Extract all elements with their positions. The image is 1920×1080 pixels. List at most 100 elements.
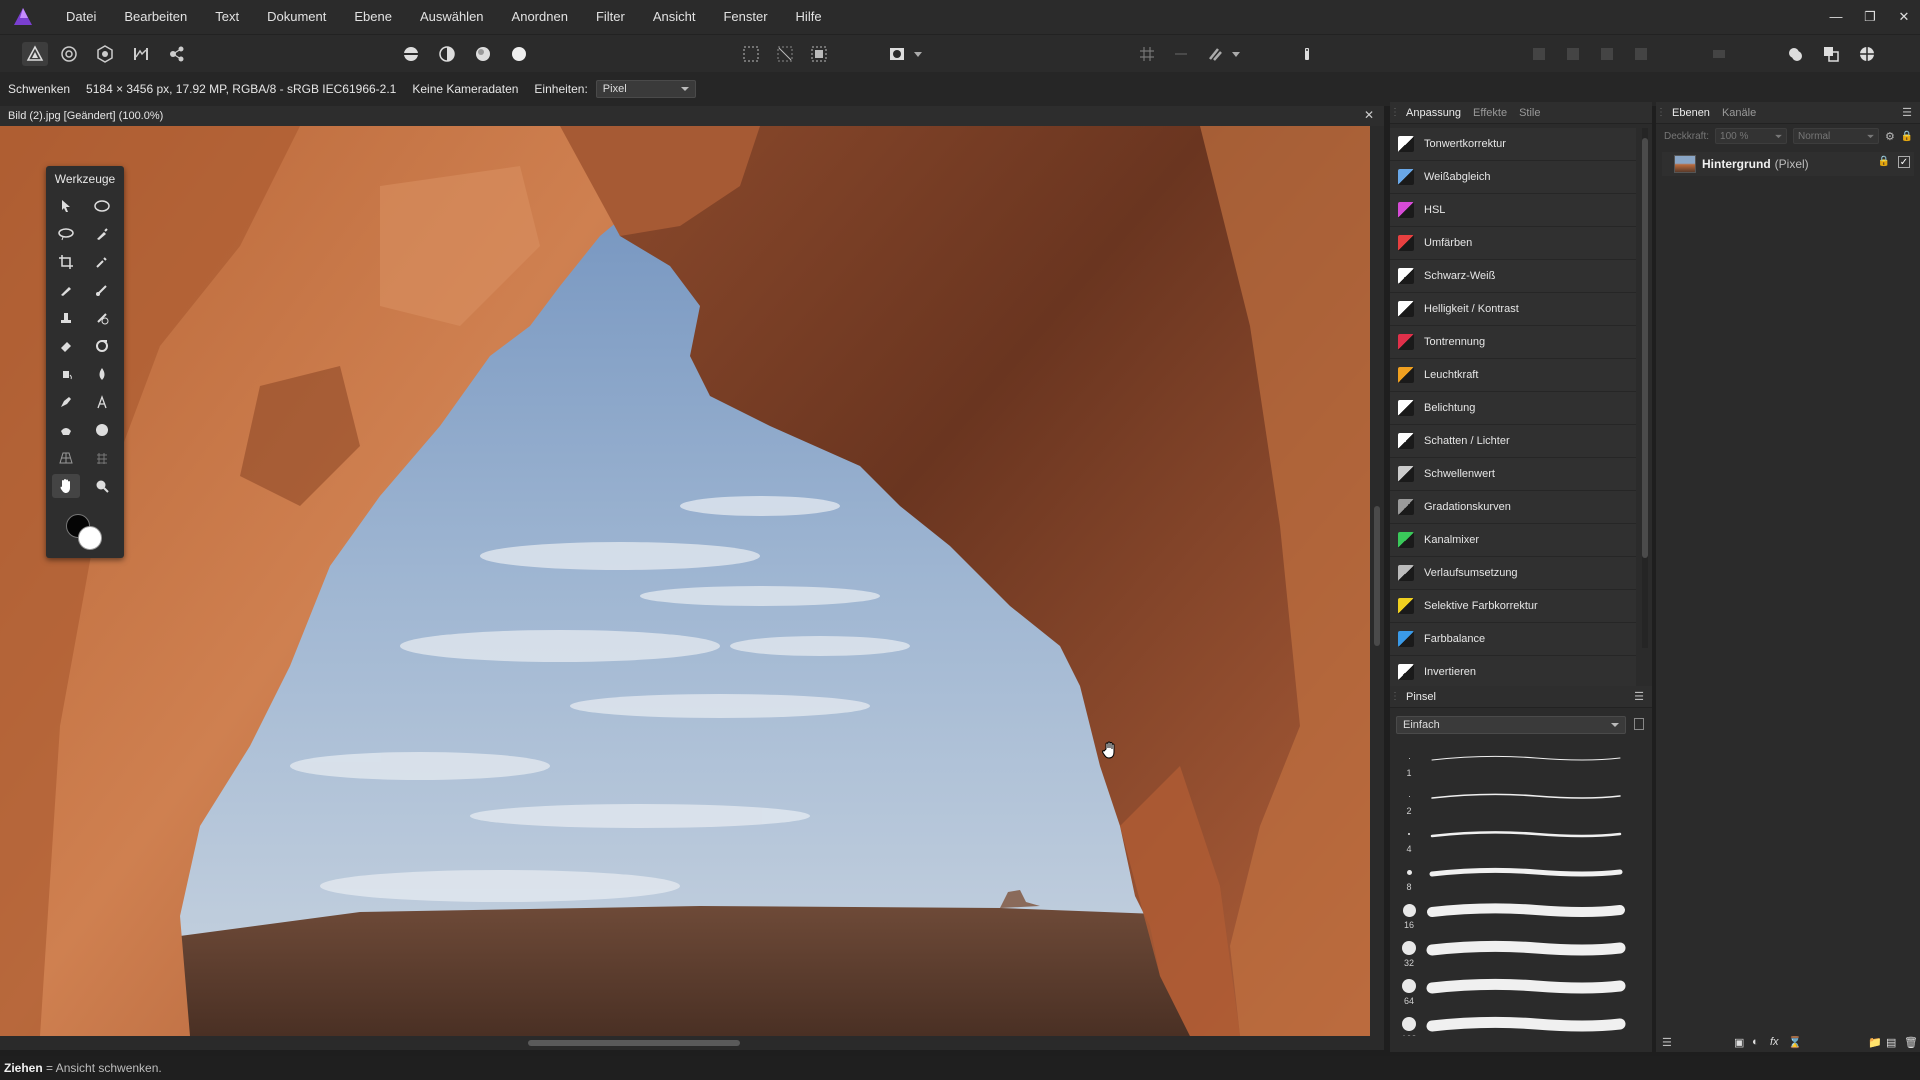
export-persona-icon[interactable]: [164, 42, 190, 66]
menu-datei[interactable]: Datei: [52, 0, 110, 34]
add-layer-icon[interactable]: ▤: [1886, 1036, 1896, 1049]
delete-layer-icon[interactable]: 🗑: [1904, 1036, 1918, 1049]
menu-ansicht[interactable]: Ansicht: [639, 0, 710, 34]
menu-bearbeiten[interactable]: Bearbeiten: [110, 0, 201, 34]
opacity-field[interactable]: 100 %: [1715, 128, 1788, 144]
snapping-dropdown-icon[interactable]: [1230, 42, 1242, 66]
tab-anpassung[interactable]: Anpassung: [1400, 107, 1467, 119]
arrange-back-icon[interactable]: [1526, 42, 1552, 66]
auto-colors-icon[interactable]: [470, 42, 496, 66]
flood-fill-tool-icon[interactable]: [52, 362, 80, 386]
tab-ebenen[interactable]: Ebenen: [1666, 107, 1716, 119]
adjustments-scrollbar[interactable]: [1642, 128, 1648, 648]
freehand-selection-tool-icon[interactable]: [52, 222, 80, 246]
layers-stack-icon[interactable]: ☰: [1662, 1036, 1672, 1049]
horizontal-scrollbar[interactable]: [0, 1036, 1384, 1050]
invert-selection-icon[interactable]: [806, 42, 832, 66]
document-tab[interactable]: Bild (2).jpg [Geändert] (100.0%) ✕: [0, 106, 1384, 126]
move-tool-icon[interactable]: [52, 194, 80, 218]
adjustment-item[interactable]: Farbbalance: [1390, 623, 1636, 656]
menu-auswaehlen[interactable]: Auswählen: [406, 0, 498, 34]
menu-fenster[interactable]: Fenster: [709, 0, 781, 34]
arrange-forward-icon[interactable]: [1594, 42, 1620, 66]
assistant-icon[interactable]: [1294, 42, 1320, 66]
tab-stile[interactable]: Stile: [1513, 107, 1546, 119]
select-all-icon[interactable]: [738, 42, 764, 66]
brush-preset[interactable]: 4: [1396, 822, 1632, 860]
brush-preset[interactable]: 1: [1396, 746, 1632, 784]
lock-icon[interactable]: 🔒: [1901, 131, 1913, 142]
pixel-tool-icon[interactable]: [88, 278, 116, 302]
adjustment-item[interactable]: HSL: [1390, 194, 1636, 227]
adjustment-item[interactable]: Selektive Farbkorrektur: [1390, 590, 1636, 623]
menu-anordnen[interactable]: Anordnen: [498, 0, 582, 34]
clone-stamp-tool-icon[interactable]: [52, 306, 80, 330]
adjustment-item[interactable]: Leuchtkraft: [1390, 359, 1636, 392]
panel-menu-icon[interactable]: ☰: [1902, 106, 1912, 119]
vertical-scrollbar[interactable]: [1370, 126, 1384, 1036]
affinity-photo-logo-icon[interactable]: [12, 6, 34, 28]
arrange-front-icon[interactable]: [1628, 42, 1654, 66]
group-layers-icon[interactable]: 📁: [1868, 1036, 1882, 1049]
adjustment-item[interactable]: Invertieren: [1390, 656, 1636, 689]
brush-preset[interactable]: 16: [1396, 898, 1632, 936]
brush-preset[interactable]: 32: [1396, 936, 1632, 974]
eraser-tool-icon[interactable]: [52, 334, 80, 358]
adjustment-layer-icon[interactable]: ◐: [1752, 1036, 1759, 1048]
close-document-icon[interactable]: ✕: [1364, 108, 1374, 122]
panel-grip-icon[interactable]: ⋮: [1390, 691, 1400, 702]
panel-menu-icon[interactable]: ☰: [1634, 690, 1644, 703]
crop-tool-icon[interactable]: [52, 250, 80, 274]
layer-row[interactable]: Hintergrund (Pixel) 🔒 ✓: [1662, 152, 1914, 176]
adjustment-item[interactable]: Tonwertkorrektur: [1390, 128, 1636, 161]
photo-persona-icon[interactable]: [22, 42, 48, 66]
perspective-tool-icon[interactable]: [52, 446, 80, 470]
tab-pinsel[interactable]: Pinsel: [1400, 691, 1442, 703]
brush-preset[interactable]: 2: [1396, 784, 1632, 822]
fx-icon[interactable]: fx: [1770, 1036, 1779, 1048]
tab-kanaele[interactable]: Kanäle: [1716, 107, 1762, 119]
units-select[interactable]: Pixel: [595, 80, 696, 98]
adjustment-item[interactable]: Schwellenwert: [1390, 458, 1636, 491]
adjustment-item[interactable]: Weißabgleich: [1390, 161, 1636, 194]
deselect-icon[interactable]: [772, 42, 798, 66]
marquee-ellipse-tool-icon[interactable]: [88, 194, 116, 218]
layer-visibility-checkbox[interactable]: ✓: [1898, 156, 1910, 168]
auto-white-balance-icon[interactable]: [506, 42, 532, 66]
quick-mask-dropdown-icon[interactable]: [912, 42, 924, 66]
restore-icon[interactable]: ❐: [1862, 9, 1878, 25]
auto-levels-icon[interactable]: [398, 42, 424, 66]
menu-ebene[interactable]: Ebene: [340, 0, 406, 34]
horizontal-scroll-thumb[interactable]: [528, 1040, 740, 1046]
adjustment-item[interactable]: Gradationskurven: [1390, 491, 1636, 524]
menu-text[interactable]: Text: [201, 0, 253, 34]
camera-info[interactable]: Keine Kameradaten: [404, 82, 526, 96]
close-window-icon[interactable]: ✕: [1896, 9, 1912, 25]
arrange-backward-icon[interactable]: [1560, 42, 1586, 66]
tab-effekte[interactable]: Effekte: [1467, 107, 1513, 119]
brush-panel-options-icon[interactable]: [1634, 718, 1644, 730]
panel-grip-icon[interactable]: ⋮: [1656, 107, 1666, 118]
hand-tool-icon[interactable]: [52, 474, 80, 498]
text-tool-icon[interactable]: [88, 390, 116, 414]
healing-brush-tool-icon[interactable]: [88, 306, 116, 330]
mesh-warp-tool-icon[interactable]: [52, 418, 80, 442]
adjustment-item[interactable]: Schatten / Lichter: [1390, 425, 1636, 458]
gear-icon[interactable]: ⚙: [1885, 130, 1895, 143]
adjustment-item[interactable]: Kanalmixer: [1390, 524, 1636, 557]
boolean-intersect-icon[interactable]: [1854, 42, 1880, 66]
menu-dokument[interactable]: Dokument: [253, 0, 340, 34]
panel-grip-icon[interactable]: ⋮: [1390, 107, 1400, 118]
flip-icon[interactable]: [1706, 42, 1732, 66]
blend-mode-select[interactable]: Normal: [1793, 128, 1880, 144]
boolean-subtract-icon[interactable]: [1818, 42, 1844, 66]
develop-persona-icon[interactable]: [92, 42, 118, 66]
color-picker-tool-icon[interactable]: [88, 250, 116, 274]
background-color-swatch[interactable]: [78, 526, 102, 550]
grid-tool-icon[interactable]: [88, 446, 116, 470]
adjustments-scroll-thumb[interactable]: [1642, 138, 1648, 558]
menu-filter[interactable]: Filter: [582, 0, 639, 34]
snapping-grid-icon[interactable]: [1134, 42, 1160, 66]
minimize-icon[interactable]: —: [1828, 9, 1844, 25]
brush-preset[interactable]: 64: [1396, 974, 1632, 1012]
